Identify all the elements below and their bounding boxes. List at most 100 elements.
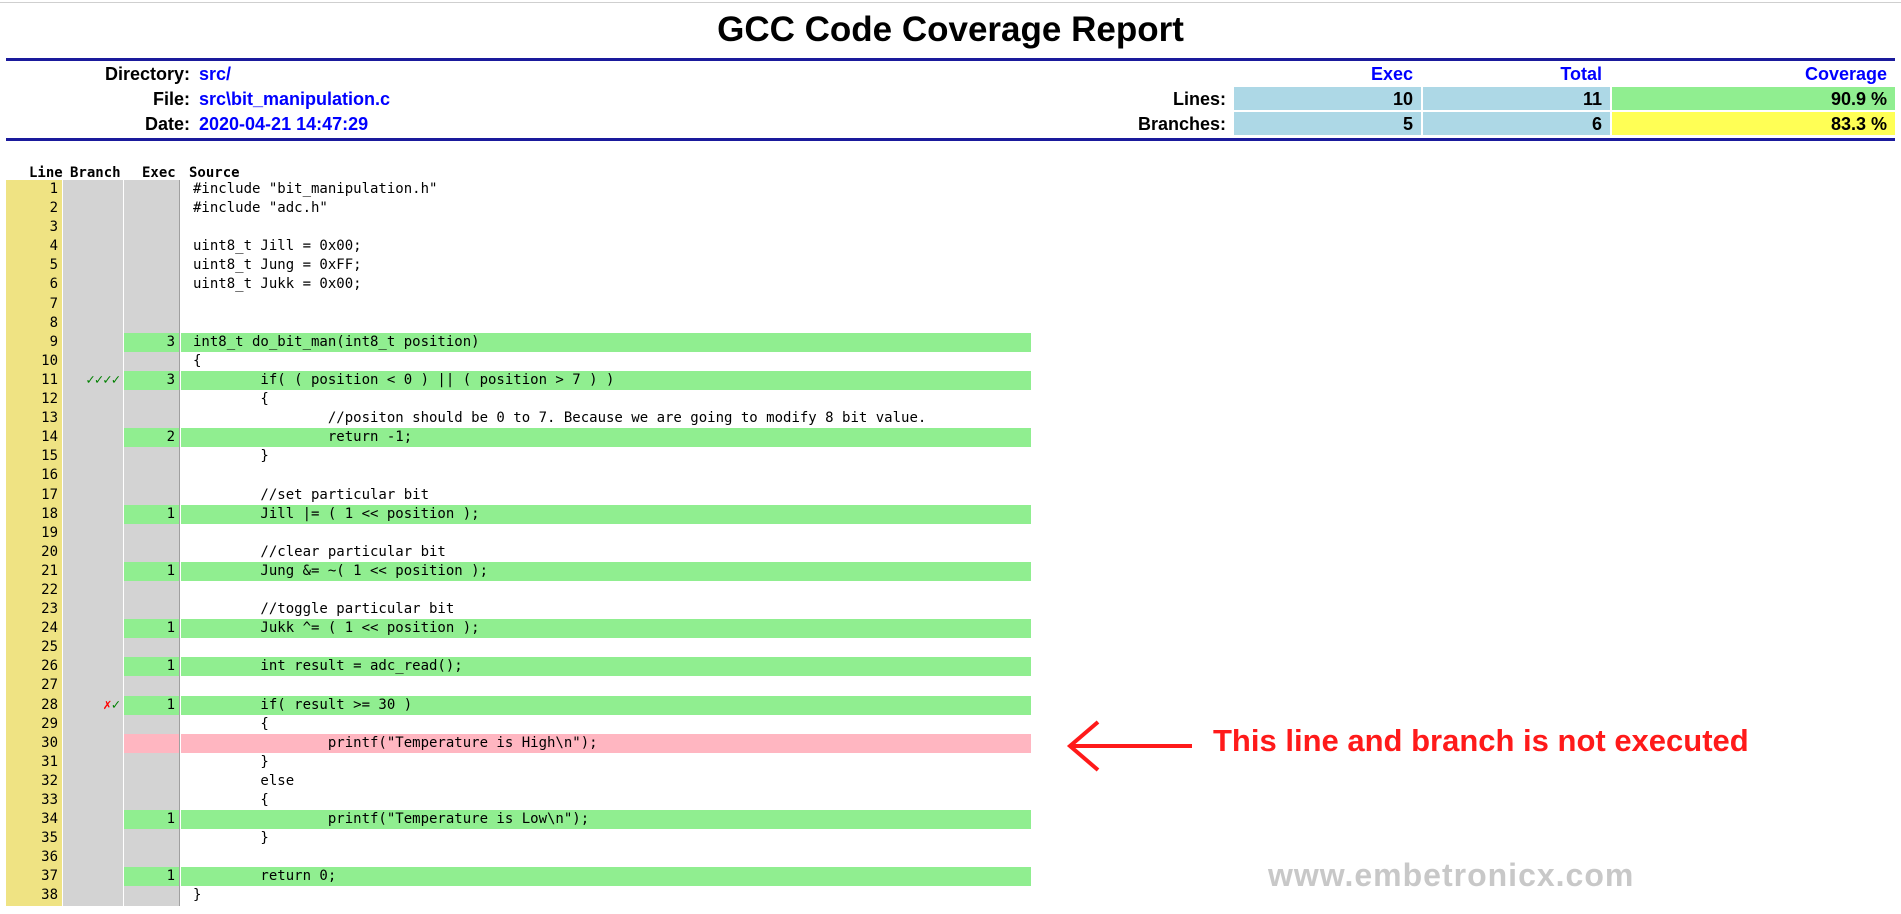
exec-count [124,771,180,791]
source-code [181,848,1031,867]
source-code: } [193,448,269,465]
source-row: 14 2 return -1; [6,428,1031,448]
lines-exec: 10 [1234,87,1421,110]
source-row: 31 } [6,752,1031,772]
source-code: //clear particular bit [193,543,446,560]
branches-total: 6 [1423,112,1610,135]
source-row: 16 [6,466,1031,486]
source-row: 6 uint8_t Jukk = 0x00; [6,275,1031,295]
branch-marks [63,409,123,429]
exec-count: 1 [124,561,180,581]
branch-marks [63,466,123,486]
source-code: Jill |= ( 1 << position ); [181,504,1031,524]
line-number: 15 [6,447,62,467]
file-link[interactable]: src\bit_manipulation.c [199,87,390,111]
line-number: 32 [6,771,62,791]
source-row: 25 [6,638,1031,658]
branch-marks [63,829,123,849]
source-row: 35 } [6,829,1031,849]
directory-link[interactable]: src/ [199,62,231,86]
line-number: 37 [6,867,62,887]
branch-marks [63,810,123,830]
exec-count [124,351,180,371]
source-row: 7 [6,294,1031,314]
exec-count [124,600,180,620]
date-label: Date: [144,114,190,134]
exec-count: 3 [124,332,180,352]
exec-count [124,447,180,467]
branch-marks [63,256,123,276]
branch-marks: ✓✓✓✓ [63,370,123,391]
exec-count [124,485,180,505]
branch-marks [63,199,123,219]
exec-count [124,791,180,811]
branch-marks [63,848,123,868]
exec-count: 1 [124,867,180,887]
branch-marks [63,791,123,811]
line-number: 27 [6,676,62,696]
source-row: 4 uint8_t Jill = 0x00; [6,237,1031,257]
branch-marks [63,218,123,238]
left-arrow-icon [1066,720,1192,772]
line-number: 29 [6,714,62,734]
source-code [181,466,1031,485]
branch-marks [63,180,123,200]
exec-count [124,294,180,314]
branch-marks [63,428,123,448]
exec-count [124,199,180,219]
line-number: 36 [6,848,62,868]
source-code: { [193,715,269,732]
branch-marks [63,657,123,677]
source-row: 28 ✗✓ 1 if( result >= 30 ) [6,695,1031,715]
annotation-note: This line and branch is not executed [1213,723,1749,758]
branch-marks [63,485,123,505]
branch-marks [63,351,123,371]
source-row: 5 uint8_t Jung = 0xFF; [6,256,1031,276]
exec-count [124,523,180,543]
line-number: 30 [6,733,62,753]
branch-marks [63,542,123,562]
source-code [181,295,1031,314]
source-code: if( result >= 30 ) [181,695,1031,715]
line-number: 22 [6,580,62,601]
source-code: if( ( position < 0 ) || ( position > 7 )… [181,370,1031,391]
exec-count [124,313,180,333]
source-row: 32 else [6,771,1031,791]
branch-marks [63,752,123,772]
source-code: { [193,792,269,808]
exec-count: 2 [124,428,180,448]
source-code: printf("Temperature is Low\n"); [181,810,1031,830]
line-number: 20 [6,542,62,562]
line-number: 28 [6,695,62,715]
source-code: { [193,391,269,408]
exec-count [124,580,180,601]
source-row: 9 3 int8_t do_bit_man(int8_t position) [6,332,1031,352]
branch-marks [63,714,123,734]
branch-marks [63,771,123,791]
exec-count [124,237,180,257]
source-row: 24 1 Jukk ^= ( 1 << position ); [6,619,1031,639]
exec-count: 1 [124,657,180,677]
branch-marks [63,237,123,257]
page-title: GCC Code Coverage Report [717,10,1184,49]
line-number: 12 [6,390,62,410]
line-number: 6 [6,275,62,295]
source-row: 18 1 Jill |= ( 1 << position ); [6,504,1031,524]
line-number: 26 [6,657,62,677]
line-number: 3 [6,218,62,238]
source-row: 34 1 printf("Temperature is Low\n"); [6,810,1031,830]
branch-marks: ✗✓ [63,695,123,715]
summary-coverage-header: Coverage [1804,64,1887,84]
line-number: 33 [6,791,62,811]
directory-label: Directory: [104,64,190,84]
source-code [181,314,1031,333]
top-border [0,2,1901,3]
branch-marks [63,886,123,906]
branch-marks [63,504,123,524]
source-row: 37 1 return 0; [6,867,1031,887]
source-code [181,581,1031,600]
source-row: 17 //set particular bit [6,485,1031,505]
source-code: { [193,352,202,369]
source-code: #include "adc.h" [193,200,328,217]
line-number: 13 [6,409,62,429]
